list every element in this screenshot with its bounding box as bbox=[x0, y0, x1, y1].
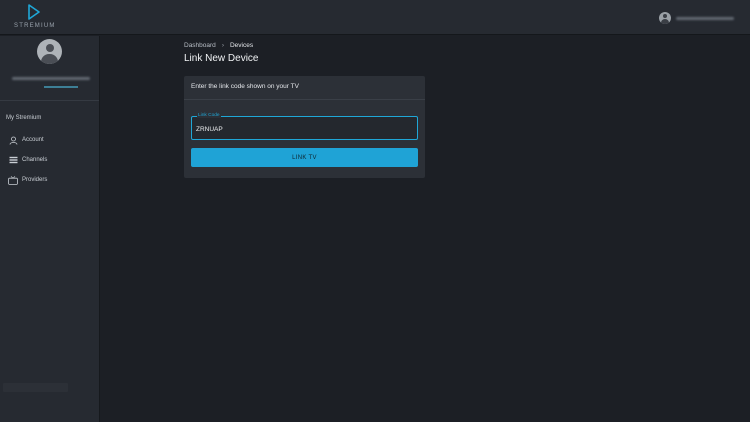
page-title: Link New Device bbox=[184, 53, 259, 64]
sidebar-section-title: My Stremium bbox=[6, 115, 42, 121]
profile-avatar-icon bbox=[37, 39, 62, 64]
logo-text: STREMIUM bbox=[14, 23, 56, 29]
tv-icon bbox=[8, 175, 18, 185]
sidebar-item-account[interactable]: Account bbox=[8, 134, 44, 146]
user-icon bbox=[8, 135, 18, 145]
sidebar-item-providers[interactable]: Providers bbox=[8, 174, 47, 186]
sidebar-item-channels[interactable]: Channels bbox=[8, 154, 47, 166]
stremium-logo[interactable]: STREMIUM bbox=[14, 4, 54, 32]
redacted-profile-detail bbox=[44, 86, 78, 88]
card-header: Enter the link code shown on your TV bbox=[184, 76, 425, 100]
sidebar-item-label: Channels bbox=[22, 157, 48, 163]
link-tv-button[interactable]: LINK TV bbox=[191, 148, 418, 167]
breadcrumb-separator: › bbox=[221, 42, 224, 49]
main-content: Dashboard › Devices Link New Device Ente… bbox=[100, 36, 750, 422]
link-code-label: Link Code bbox=[197, 113, 221, 118]
channels-icon bbox=[8, 155, 18, 165]
breadcrumb-dashboard-link[interactable]: Dashboard bbox=[184, 42, 216, 49]
user-menu[interactable] bbox=[659, 10, 734, 26]
top-bar: STREMIUM bbox=[0, 0, 750, 35]
link-device-card: Enter the link code shown on your TV Lin… bbox=[184, 76, 425, 178]
sidebar: My Stremium Account Channels Providers bbox=[0, 36, 100, 422]
link-code-input[interactable] bbox=[196, 124, 411, 134]
sidebar-item-label: Providers bbox=[22, 177, 48, 183]
redacted-footer bbox=[3, 383, 68, 392]
avatar-icon bbox=[659, 12, 671, 24]
link-code-field[interactable]: Link Code bbox=[191, 113, 418, 140]
sidebar-item-label: Account bbox=[22, 137, 44, 143]
redacted-profile-name bbox=[12, 77, 90, 80]
play-logo-icon bbox=[28, 4, 40, 20]
breadcrumb-current: Devices bbox=[229, 42, 254, 49]
redacted-username bbox=[676, 16, 734, 20]
sidebar-divider bbox=[0, 100, 99, 101]
breadcrumb: Dashboard › Devices bbox=[184, 42, 253, 49]
